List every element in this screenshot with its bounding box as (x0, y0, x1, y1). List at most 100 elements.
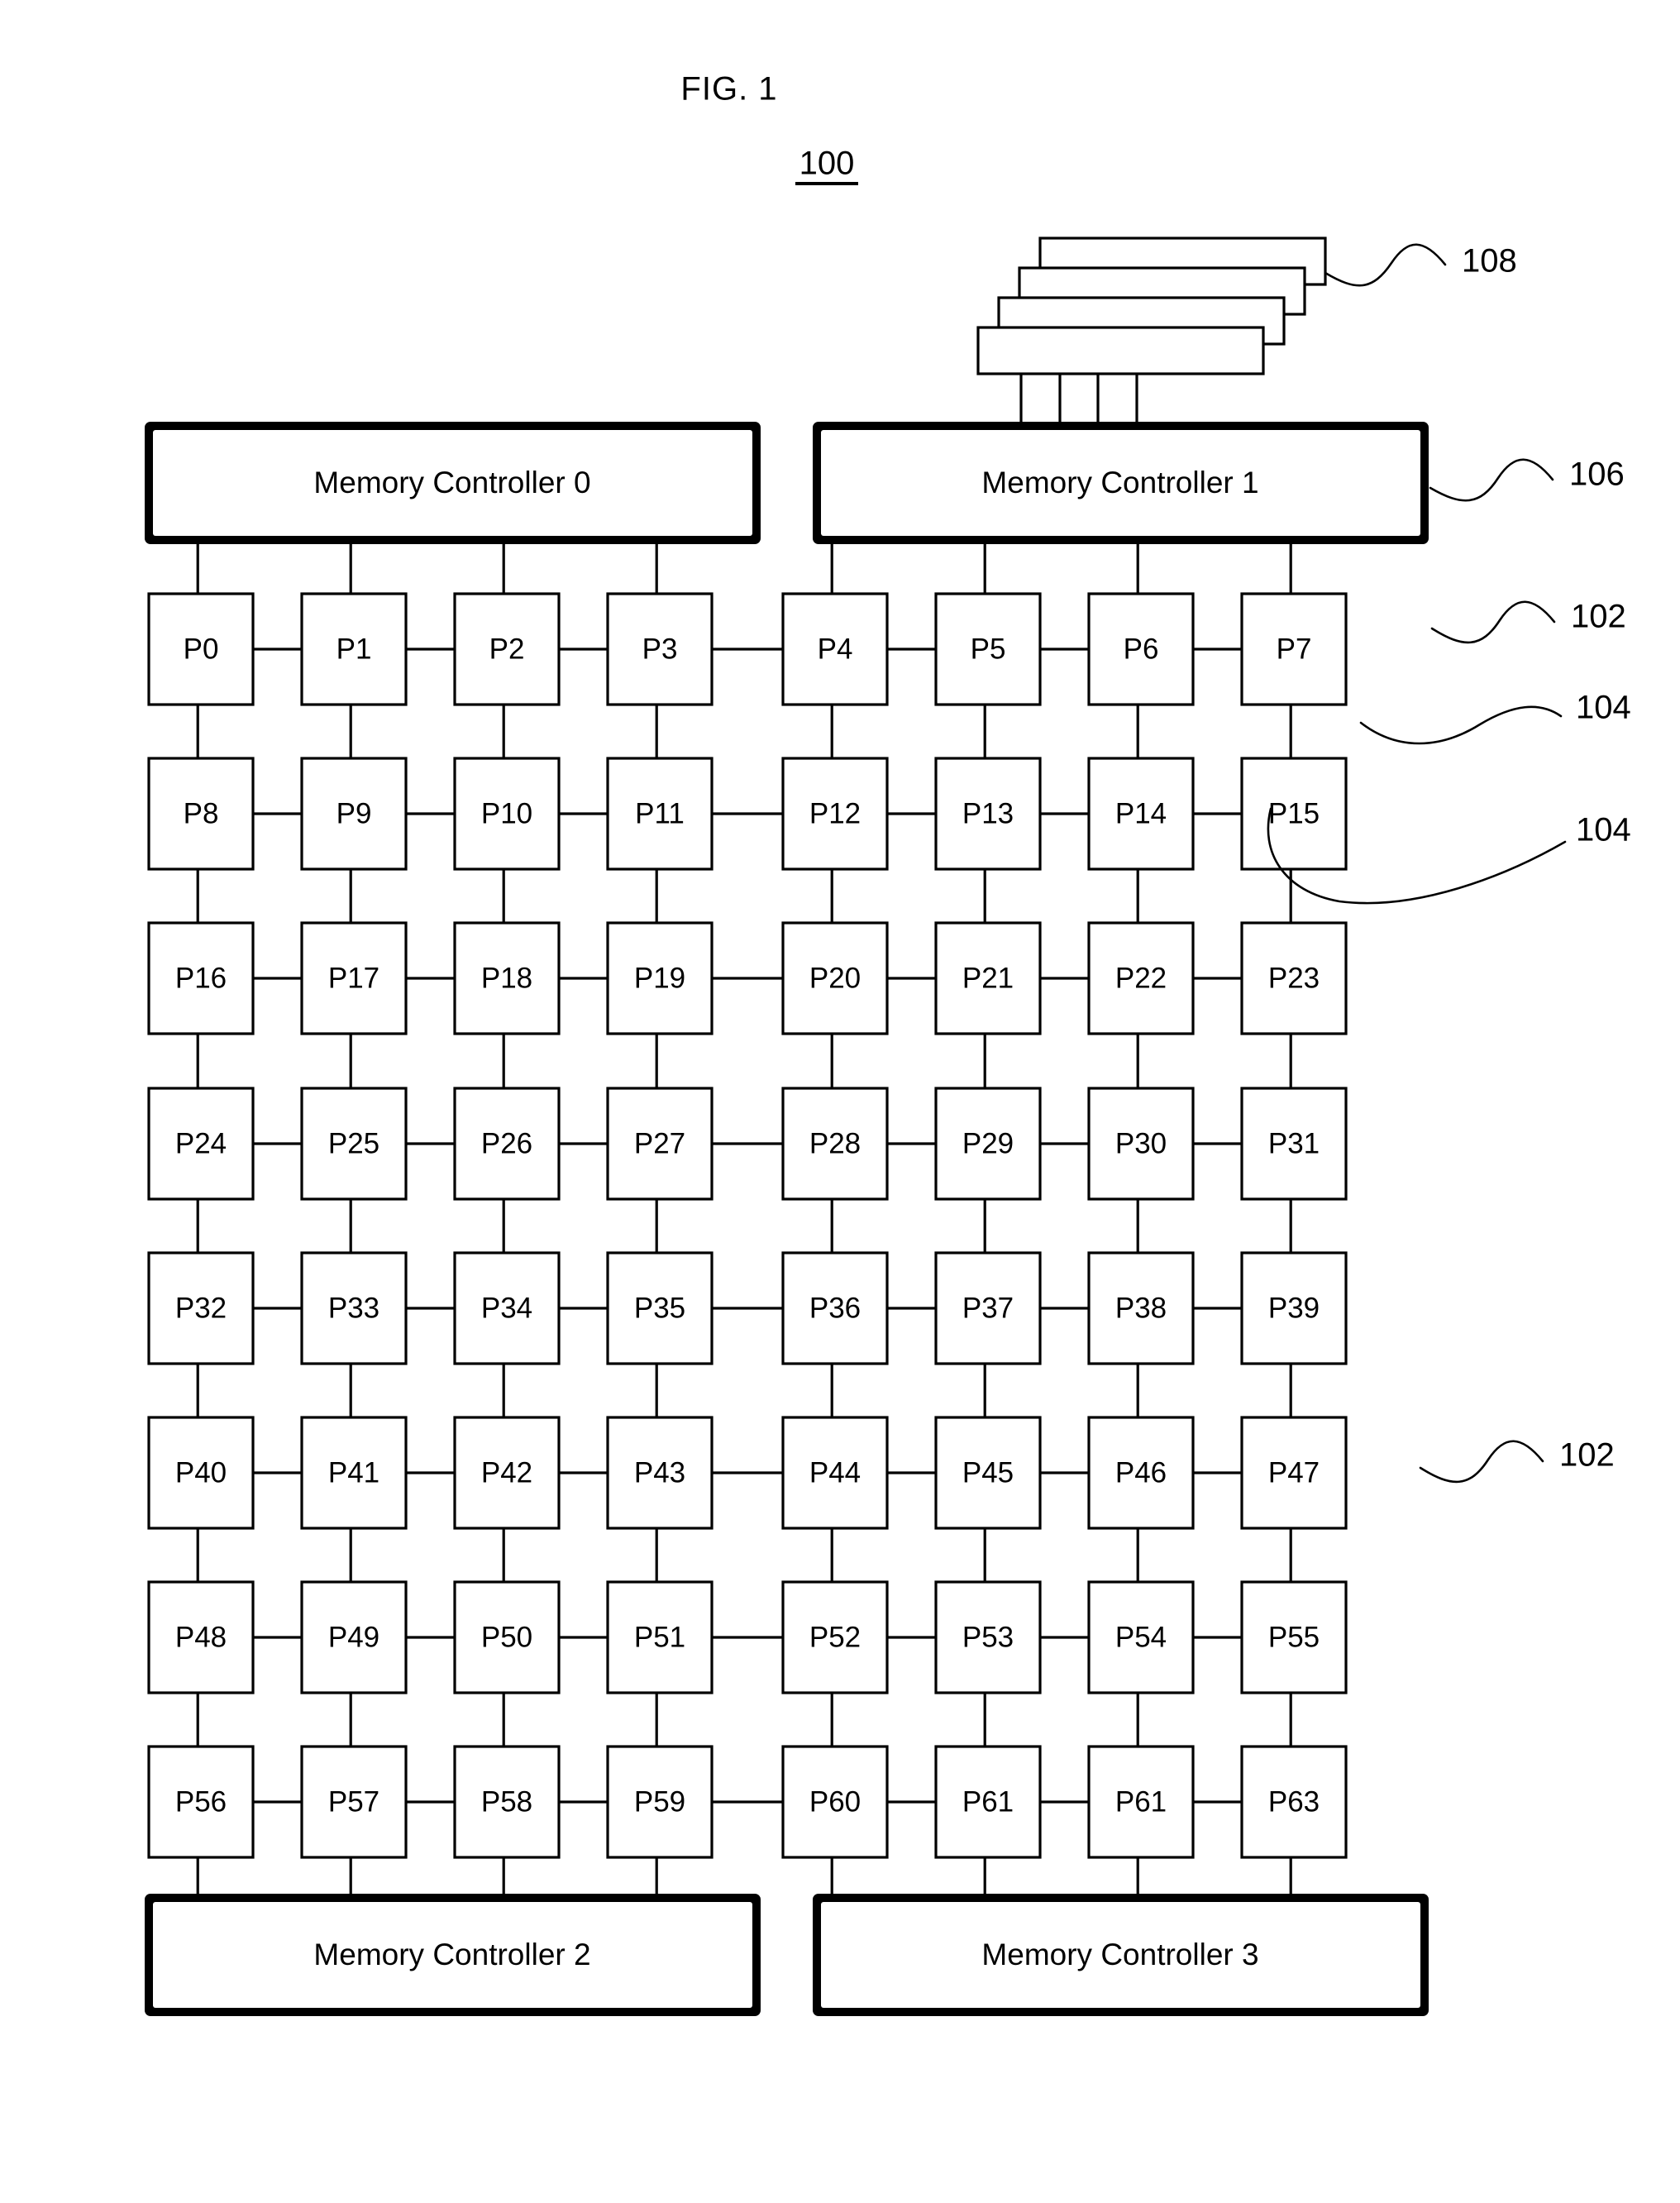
processing-element-p22[interactable]: P22 (1087, 921, 1195, 1035)
processing-element-label: P61 (1115, 1785, 1167, 1818)
processing-element-p59[interactable]: P59 (606, 1745, 714, 1859)
memory-controller-1[interactable]: Memory Controller 1 (813, 422, 1429, 544)
processing-element-p14[interactable]: P14 (1087, 757, 1195, 871)
processing-element-label: P6 (1124, 633, 1159, 665)
processing-element-p2[interactable]: P2 (453, 592, 561, 706)
processing-element-p11[interactable]: P11 (606, 757, 714, 871)
processing-element-p12[interactable]: P12 (781, 757, 889, 871)
processing-element-label: P39 (1268, 1292, 1320, 1324)
processing-element-label: P50 (481, 1621, 532, 1653)
processing-element-p19[interactable]: P19 (606, 921, 714, 1035)
processing-element-label: P56 (175, 1785, 227, 1818)
processing-element-label: P8 (184, 797, 219, 829)
processing-element-p28[interactable]: P28 (781, 1087, 889, 1201)
processing-element-p56[interactable]: P56 (147, 1745, 255, 1859)
processing-element-label: P30 (1115, 1127, 1167, 1159)
processing-element-label: P3 (642, 633, 678, 665)
processing-element-p20[interactable]: P20 (781, 921, 889, 1035)
leader-line-108 (1324, 243, 1447, 287)
processing-element-p13[interactable]: P13 (934, 757, 1042, 871)
processing-element-label: P49 (328, 1621, 379, 1653)
processing-element-p24[interactable]: P24 (147, 1087, 255, 1201)
processing-element-label: P19 (634, 962, 685, 994)
processing-element-grid: P0 P1 P2 P3 P4 P5 P6 P7 P8 P9 P10 P11 P12 P13 P14 P15 P1… (147, 592, 1348, 1859)
processing-element-p46[interactable]: P46 (1087, 1416, 1195, 1530)
processing-element-p44[interactable]: P44 (781, 1416, 889, 1530)
memory-controller-3[interactable]: Memory Controller 3 (813, 1894, 1429, 2016)
processing-element-label: P18 (481, 962, 532, 994)
processing-element-label: P59 (634, 1785, 685, 1818)
processing-element-p36[interactable]: P36 (781, 1251, 889, 1365)
processing-element-p6[interactable]: P6 (1087, 592, 1195, 706)
processing-element-label: P35 (634, 1292, 685, 1324)
processing-element-p10[interactable]: P10 (453, 757, 561, 871)
memory-controller-2-label: Memory Controller 2 (313, 1938, 590, 1971)
memory-module-1 (976, 326, 1265, 375)
processing-element-p47[interactable]: P47 (1240, 1416, 1348, 1530)
processing-element-p21[interactable]: P21 (934, 921, 1042, 1035)
processing-element-p34[interactable]: P34 (453, 1251, 561, 1365)
processing-element-p40[interactable]: P40 (147, 1416, 255, 1530)
processing-element-p7[interactable]: P7 (1240, 592, 1348, 706)
processing-element-p4[interactable]: P4 (781, 592, 889, 706)
processing-element-p45[interactable]: P45 (934, 1416, 1042, 1530)
processing-element-label: P36 (809, 1292, 861, 1324)
processing-element-p23[interactable]: P23 (1240, 921, 1348, 1035)
processing-element-p29[interactable]: P29 (934, 1087, 1042, 1201)
processing-element-p43[interactable]: P43 (606, 1416, 714, 1530)
processing-element-label: P16 (175, 962, 227, 994)
processing-element-p35[interactable]: P35 (606, 1251, 714, 1365)
processing-element-p55[interactable]: P55 (1240, 1580, 1348, 1694)
processing-element-p3[interactable]: P3 (606, 592, 714, 706)
processing-element-p63[interactable]: P63 (1240, 1745, 1348, 1859)
processing-element-p54[interactable]: P54 (1087, 1580, 1195, 1694)
processing-element-p18[interactable]: P18 (453, 921, 561, 1035)
processing-element-p37[interactable]: P37 (934, 1251, 1042, 1365)
processing-element-p15[interactable]: P15 (1240, 757, 1348, 871)
processing-element-p26[interactable]: P26 (453, 1087, 561, 1201)
processing-element-p61[interactable]: P61 (934, 1745, 1042, 1859)
processing-element-p41[interactable]: P41 (300, 1416, 408, 1530)
processing-element-p30[interactable]: P30 (1087, 1087, 1195, 1201)
patent-figure: FIG. 1 100 108 Memory Controller 0 Memor… (0, 0, 1680, 2203)
processing-element-p53[interactable]: P53 (934, 1580, 1042, 1694)
processing-element-label: P58 (481, 1785, 532, 1818)
ref-label-106: 106 (1569, 456, 1625, 493)
processing-element-p25[interactable]: P25 (300, 1087, 408, 1201)
memory-controller-0[interactable]: Memory Controller 0 (145, 422, 761, 544)
processing-element-p16[interactable]: P16 (147, 921, 255, 1035)
processing-element-label: P51 (634, 1621, 685, 1653)
processing-element-p48[interactable]: P48 (147, 1580, 255, 1694)
figure-title: FIG. 1 (680, 71, 777, 108)
processing-element-p51[interactable]: P51 (606, 1580, 714, 1694)
processing-element-p57[interactable]: P57 (300, 1745, 408, 1859)
processing-element-p38[interactable]: P38 (1087, 1251, 1195, 1365)
processing-element-label: P14 (1115, 797, 1167, 829)
processing-element-p8[interactable]: P8 (147, 757, 255, 871)
processing-element-p39[interactable]: P39 (1240, 1251, 1348, 1365)
processing-element-p42[interactable]: P42 (453, 1416, 561, 1530)
processing-element-p0[interactable]: P0 (147, 592, 255, 706)
processing-element-p33[interactable]: P33 (300, 1251, 408, 1365)
processing-element-label: P63 (1268, 1785, 1320, 1818)
processing-element-p31[interactable]: P31 (1240, 1087, 1348, 1201)
processing-element-p32[interactable]: P32 (147, 1251, 255, 1365)
processing-element-label: P43 (634, 1456, 685, 1489)
processing-element-p9[interactable]: P9 (300, 757, 408, 871)
processing-element-p60[interactable]: P60 (781, 1745, 889, 1859)
processing-element-p58[interactable]: P58 (453, 1745, 561, 1859)
processing-element-p1[interactable]: P1 (300, 592, 408, 706)
processing-element-label: P44 (809, 1456, 861, 1489)
processing-element-p27[interactable]: P27 (606, 1087, 714, 1201)
processing-element-p5[interactable]: P5 (934, 592, 1042, 706)
processing-element-label: P52 (809, 1621, 861, 1653)
processing-element-p50[interactable]: P50 (453, 1580, 561, 1694)
processing-element-p49[interactable]: P49 (300, 1580, 408, 1694)
processing-element-label: P27 (634, 1127, 685, 1159)
memory-controller-2[interactable]: Memory Controller 2 (145, 1894, 761, 2016)
processing-element-p52[interactable]: P52 (781, 1580, 889, 1694)
processing-element-label: P32 (175, 1292, 227, 1324)
processing-element-p61[interactable]: P61 (1087, 1745, 1195, 1859)
processing-element-p17[interactable]: P17 (300, 921, 408, 1035)
leader-line-102-b (1419, 1440, 1544, 1484)
